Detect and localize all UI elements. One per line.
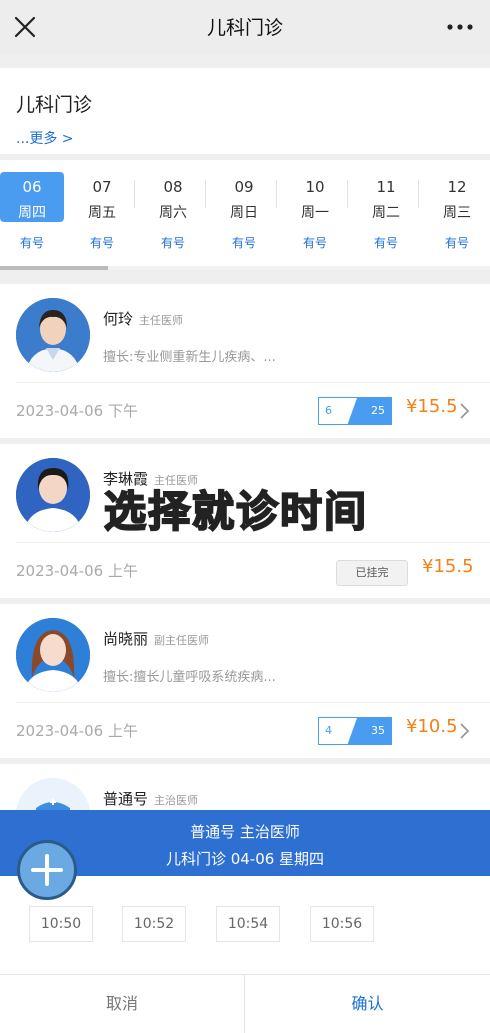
confirm-button[interactable]: 确认	[245, 975, 490, 1033]
doctor-name-row: 普通号 主治医师	[103, 788, 198, 809]
time-slot[interactable]: 10:50	[29, 906, 93, 942]
time-slot[interactable]: 10:52	[122, 906, 186, 942]
appointment-date: 2023-04-06 下午	[16, 402, 138, 420]
divider	[16, 542, 490, 543]
date-weekday: 周一	[301, 205, 329, 221]
department-card: 儿科门诊 ...更多 >	[0, 68, 490, 154]
doctor-name-row: 尚晓丽 副主任医师	[103, 628, 209, 649]
date-day: 11	[376, 178, 396, 196]
date-status: 有号	[302, 236, 327, 250]
date-tab[interactable]: 07 周五 有号	[70, 172, 134, 250]
doctor-name: 何玲	[103, 310, 134, 328]
doctor-avatar	[16, 458, 90, 532]
overlay-caption: 选择就诊时间	[103, 486, 369, 537]
date-weekday: 周日	[230, 205, 258, 221]
date-tab[interactable]: 09 周日 有号	[212, 172, 276, 250]
doctor-avatar	[16, 618, 90, 692]
doctor-name: 普通号	[103, 790, 149, 808]
doctor-card[interactable]: 尚晓丽 副主任医师 擅长:擅长儿童呼吸系统疾病... 2023-04-06 上午 …	[0, 604, 490, 758]
sheet-doctor-line: 普通号 主治医师	[190, 823, 300, 841]
date-scrollbar-thumb[interactable]	[0, 266, 108, 270]
appointment-date: 2023-04-06 上午	[16, 562, 138, 580]
date-scrollbar[interactable]	[0, 266, 490, 270]
date-weekday: 周五	[88, 205, 116, 221]
quota-badge: 4 35	[318, 717, 392, 745]
doctor-name-row: 何玲 主任医师	[103, 308, 183, 329]
floating-add-button[interactable]	[17, 840, 77, 900]
date-weekday: 周四	[18, 205, 46, 221]
quota-total: 25	[371, 404, 385, 417]
date-day: 09	[234, 178, 254, 196]
price: ¥10.5	[406, 716, 458, 737]
doctor-title: 主治医师	[154, 794, 199, 807]
more-dots-icon[interactable]	[444, 12, 476, 42]
date-tab[interactable]: 12 周三 有号	[425, 172, 489, 250]
cancel-button[interactable]: 取消	[0, 975, 244, 1033]
quota-badge: 6 25	[318, 397, 392, 425]
department-name: 儿科门诊	[16, 94, 93, 116]
doctor-specialty: 擅长:擅长儿童呼吸系统疾病...	[103, 670, 276, 685]
time-slot[interactable]: 10:56	[310, 906, 374, 942]
doctor-specialty: 擅长:专业侧重新生儿疾病、...	[103, 350, 276, 365]
date-divider	[134, 180, 135, 208]
date-day: 07	[92, 178, 112, 196]
quota-left: 6	[325, 404, 332, 417]
price: ¥15.5	[406, 396, 458, 417]
date-divider	[205, 180, 206, 208]
chevron-right-icon[interactable]	[458, 722, 472, 740]
quota-total: 35	[371, 724, 385, 737]
date-divider	[418, 180, 419, 208]
date-tab[interactable]: 06 周四 有号	[0, 172, 64, 250]
sheet-actions: 取消 确认	[0, 974, 490, 1033]
date-status: 有号	[89, 236, 114, 250]
date-tab[interactable]: 08 周六 有号	[141, 172, 205, 250]
date-selector: 06 周四 有号 07 周五 有号 08 周六 有号 09 周日 有号 10 周…	[0, 160, 490, 270]
date-day: 12	[447, 178, 467, 196]
date-status: 有号	[444, 236, 469, 250]
appointment-date: 2023-04-06 上午	[16, 722, 138, 740]
date-status: 有号	[373, 236, 398, 250]
date-status: 有号	[160, 236, 185, 250]
date-divider	[347, 180, 348, 208]
date-divider	[276, 180, 277, 208]
date-day: 08	[163, 178, 183, 196]
date-status: 有号	[231, 236, 256, 250]
date-day: 06	[22, 178, 42, 196]
date-day: 10	[305, 178, 325, 196]
doctor-title: 副主任医师	[154, 634, 210, 647]
time-slot[interactable]: 10:54	[216, 906, 280, 942]
plus-icon	[31, 854, 63, 886]
date-weekday: 周三	[443, 205, 471, 221]
more-link[interactable]: ...更多 >	[16, 128, 74, 148]
date-tab[interactable]: 10 周一 有号	[283, 172, 347, 250]
divider	[16, 382, 490, 383]
time-slot-sheet: 10:50 10:52 10:54 10:56 取消 确认	[0, 876, 490, 1033]
doctor-avatar	[16, 298, 90, 372]
divider	[16, 702, 490, 703]
date-weekday: 周六	[159, 205, 187, 221]
date-tab[interactable]: 11 周二 有号	[354, 172, 418, 250]
status-badge: 已挂完	[336, 560, 408, 586]
page-title: 儿科门诊	[206, 17, 283, 39]
quota-left: 4	[325, 724, 332, 737]
doctor-card[interactable]: 何玲 主任医师 擅长:专业侧重新生儿疾病、... 2023-04-06 下午 6 …	[0, 284, 490, 438]
nav-bar: 儿科门诊	[0, 0, 490, 54]
price: ¥15.5	[422, 556, 474, 577]
date-status: 有号	[19, 236, 44, 250]
date-weekday: 周二	[372, 205, 400, 221]
chevron-right-icon[interactable]	[458, 402, 472, 420]
doctor-title: 主任医师	[139, 314, 184, 327]
doctor-name: 尚晓丽	[103, 630, 149, 648]
